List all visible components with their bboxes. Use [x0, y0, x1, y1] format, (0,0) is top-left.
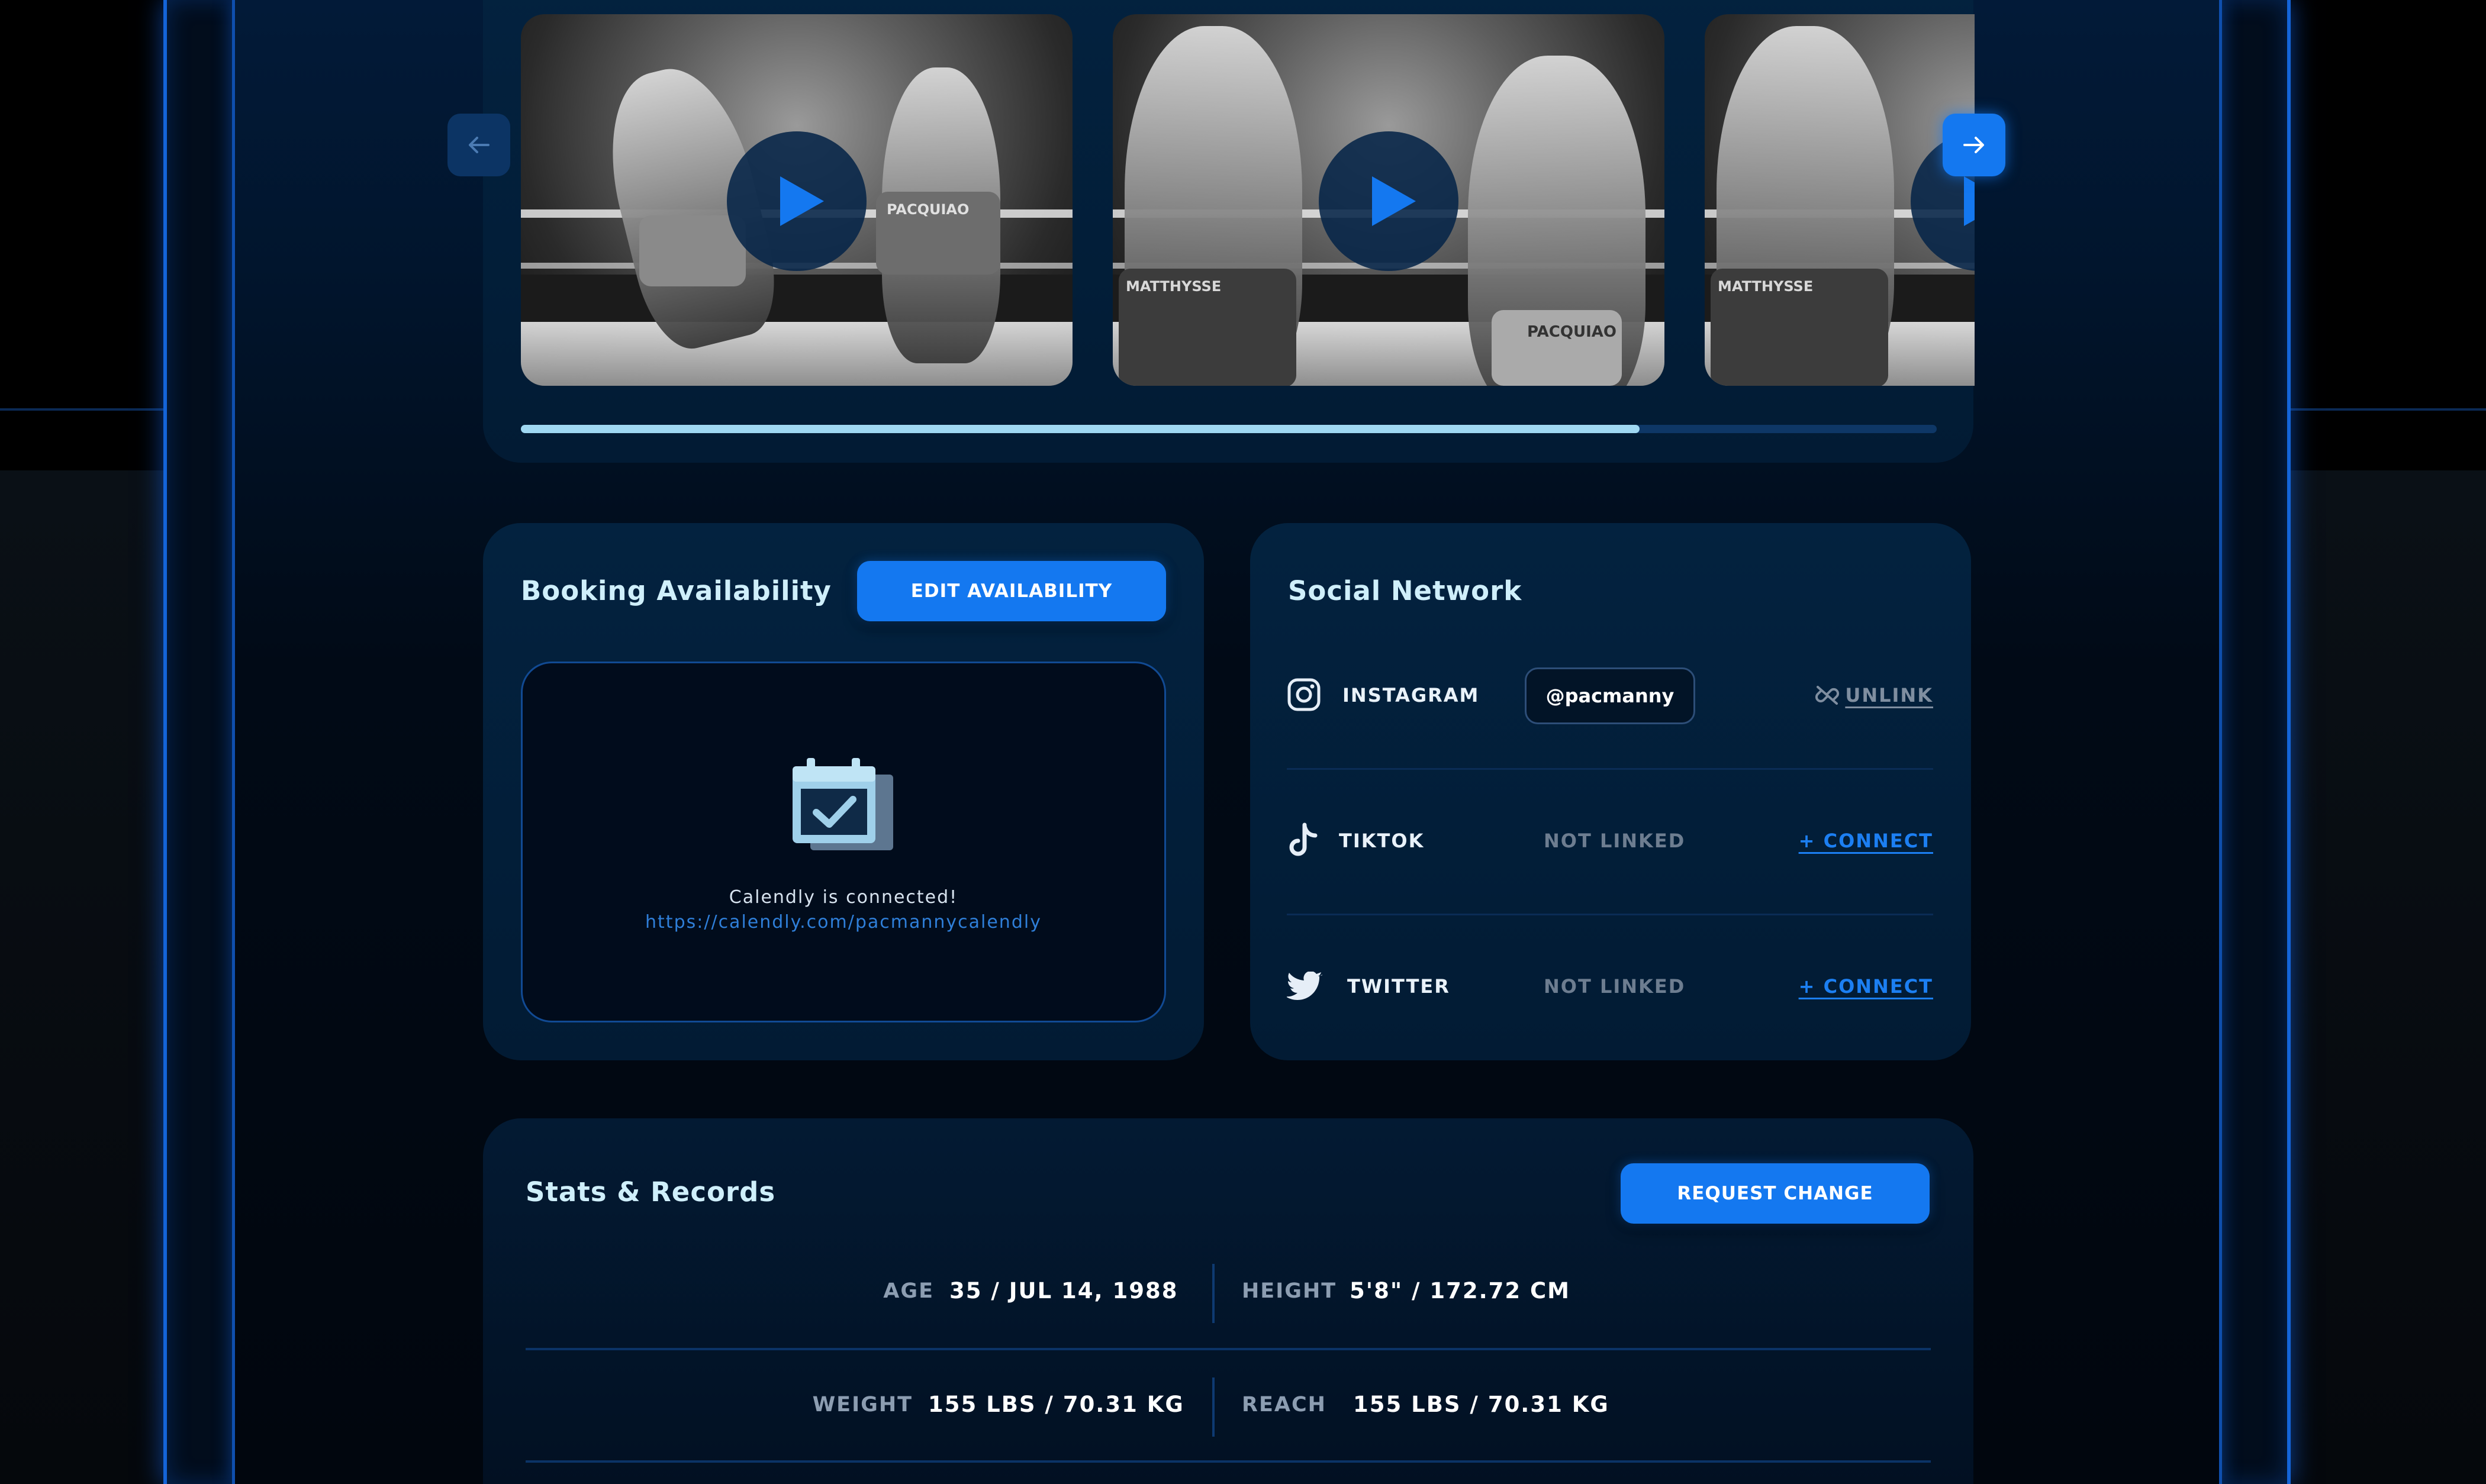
request-change-button[interactable]: REQUEST CHANGE	[1621, 1163, 1930, 1224]
social-row-twitter: TWITTER NOT LINKED + CONNECT	[1287, 951, 1933, 1022]
stats-title: Stats & Records	[526, 1176, 776, 1208]
unlink-icon	[1815, 686, 1840, 705]
social-name-twitter: TWITTER	[1347, 975, 1450, 998]
play-button[interactable]	[1319, 131, 1458, 271]
arrow-left-icon	[469, 137, 490, 153]
carousel-next-button[interactable]	[1943, 114, 2005, 176]
calendly-status-box: Calendly is connected! https://calendly.…	[521, 662, 1166, 1022]
fighter-trunks	[639, 215, 746, 286]
stat-label-age: AGE	[883, 1279, 934, 1303]
twitter-connect-button[interactable]: + CONNECT	[1799, 975, 1933, 998]
stat-label-height: HEIGHT	[1242, 1279, 1337, 1303]
play-icon	[1372, 176, 1416, 226]
trunks-text: MATTHYSSE	[1718, 278, 1814, 295]
social-row-tiktok: TIKTOK NOT LINKED + CONNECT	[1287, 806, 1933, 877]
video-thumbnail-3[interactable]: MATTHYSSE	[1705, 14, 1975, 386]
play-icon	[1964, 176, 1975, 226]
video-thumbnail-2[interactable]: MATTHYSSE PACQUIAO	[1113, 14, 1664, 386]
video-carousel: PACQUIAO MATTHYSSE PACQUIAO MATTHYSSE	[521, 14, 1975, 386]
instagram-icon	[1287, 678, 1321, 711]
stat-label-weight: WEIGHT	[812, 1393, 913, 1417]
stat-value-height: 5'8" / 172.72 CM	[1350, 1278, 1571, 1304]
play-button[interactable]	[727, 131, 867, 271]
social-divider	[1287, 768, 1933, 770]
booking-title: Booking Availability	[521, 575, 832, 606]
stats-column-divider	[1212, 1377, 1215, 1437]
instagram-handle: @pacmanny	[1525, 667, 1695, 724]
tiktok-status: NOT LINKED	[1544, 830, 1686, 852]
calendar-check-icon	[793, 758, 893, 850]
video-thumbnail-1[interactable]: PACQUIAO	[521, 14, 1073, 386]
twitter-status: NOT LINKED	[1544, 975, 1686, 998]
carousel-scroll-thumb[interactable]	[521, 425, 1640, 433]
social-row-instagram: INSTAGRAM @pacmanny UNLINK	[1287, 660, 1933, 731]
stat-label-reach: REACH	[1242, 1393, 1326, 1417]
fighter-trunks	[1492, 310, 1622, 386]
unlink-label: UNLINK	[1845, 684, 1933, 706]
arrow-right-icon	[1963, 137, 1984, 153]
carousel-scroll-track[interactable]	[521, 425, 1937, 433]
stats-row-2: WEIGHT 155 LBS / 70.31 KG REACH 155 LBS …	[526, 1350, 1931, 1463]
trunks-text: PACQUIAO	[887, 201, 970, 218]
carousel-prev-button[interactable]	[447, 114, 510, 176]
stats-divider	[526, 1460, 1931, 1463]
stat-value-reach: 155 LBS / 70.31 KG	[1353, 1392, 1609, 1417]
trunks-text: MATTHYSSE	[1126, 278, 1222, 295]
calendly-link[interactable]: https://calendly.com/pacmannycalendly	[523, 912, 1164, 933]
stats-column-divider	[1212, 1264, 1215, 1323]
play-icon	[780, 176, 824, 226]
twitter-icon	[1287, 972, 1322, 1000]
social-divider	[1287, 914, 1933, 915]
stat-value-weight: 155 LBS / 70.31 KG	[928, 1392, 1184, 1417]
trunks-text: PACQUIAO	[1527, 323, 1616, 341]
stat-value-age: 35 / JUL 14, 1988	[949, 1278, 1178, 1304]
instagram-unlink-button[interactable]: UNLINK	[1814, 684, 1933, 706]
stats-row-1: AGE 35 / JUL 14, 1988 HEIGHT 5'8" / 172.…	[526, 1237, 1931, 1349]
tiktok-icon	[1289, 822, 1318, 856]
social-name-instagram: INSTAGRAM	[1342, 684, 1480, 706]
social-name-tiktok: TIKTOK	[1339, 830, 1425, 852]
tiktok-connect-button[interactable]: + CONNECT	[1799, 830, 1933, 852]
edit-availability-button[interactable]: EDIT AVAILABILITY	[857, 561, 1166, 621]
social-title: Social Network	[1288, 575, 1522, 606]
calendly-status-text: Calendly is connected!	[729, 887, 958, 908]
